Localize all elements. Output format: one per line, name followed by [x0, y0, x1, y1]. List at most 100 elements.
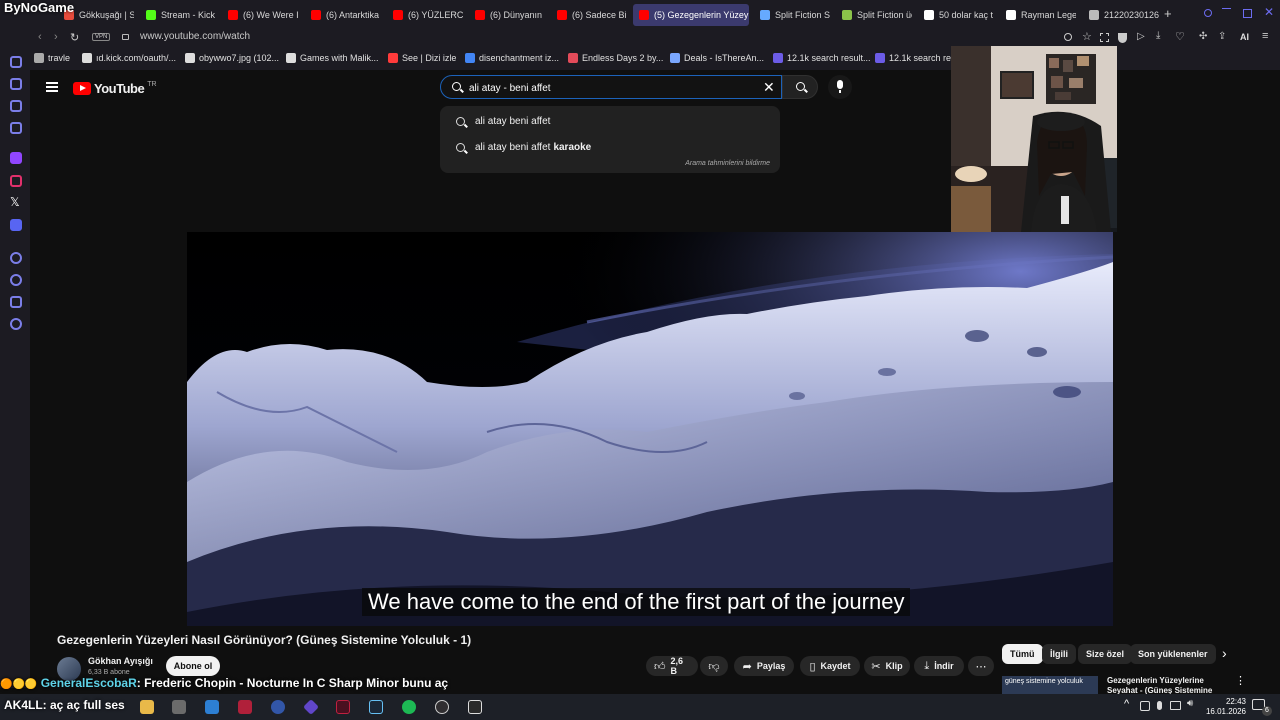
new-tab-button[interactable]: +: [1164, 6, 1172, 21]
download-button[interactable]: ⤓ İndir: [914, 656, 964, 676]
network-icon[interactable]: [1170, 701, 1181, 710]
ai-label[interactable]: AI: [1240, 32, 1249, 42]
instagram-icon[interactable]: [10, 175, 22, 187]
bookmark-item[interactable]: ıd.kick.com/oauth/...: [82, 53, 176, 63]
more-actions-button[interactable]: ⋯: [968, 656, 994, 676]
bookmark-item[interactable]: obywwo7.jpg (102...: [185, 53, 279, 63]
browser-tab[interactable]: Rayman Lege: [1000, 4, 1076, 26]
chevron-right-icon[interactable]: ›: [1222, 645, 1227, 661]
browser-tab[interactable]: Split Fiction St: [754, 4, 830, 26]
related-video-thumbnail[interactable]: güneş sistemine yolculuk: [1002, 676, 1098, 694]
back-icon[interactable]: ‹: [38, 31, 42, 43]
tray-chevron-icon[interactable]: ^: [1124, 698, 1129, 710]
reload-icon[interactable]: ↻: [70, 31, 79, 44]
dislike-button[interactable]: 👎︎: [700, 656, 728, 676]
browser-tab[interactable]: (6) Antarktika: [305, 4, 381, 26]
chip-all[interactable]: Tümü: [1002, 644, 1043, 664]
search-input[interactable]: [469, 80, 749, 96]
save-button[interactable]: ▯ Kaydet: [800, 656, 860, 676]
spotify-icon[interactable]: [402, 700, 416, 714]
bookmark-item[interactable]: disenchantment iz...: [465, 53, 559, 63]
video-player[interactable]: [187, 232, 1113, 626]
epic-games-icon[interactable]: [468, 700, 482, 714]
obs-icon[interactable]: [435, 700, 449, 714]
close-window-icon[interactable]: ✕: [1264, 5, 1274, 19]
chip-related[interactable]: İlgili: [1042, 644, 1076, 664]
minimize-window-icon[interactable]: [1222, 8, 1231, 9]
bookmark-item[interactable]: Games with Malik...: [286, 53, 379, 63]
opera-gx-icon[interactable]: [336, 700, 350, 714]
heart-icon[interactable]: ♡: [1175, 30, 1185, 43]
sidebar-extension-icon[interactable]: [10, 296, 22, 308]
screenshot-icon[interactable]: [1100, 33, 1109, 42]
zoom-icon[interactable]: [1064, 33, 1072, 41]
browser-tab[interactable]: (6) YÜZLERC: [387, 4, 463, 26]
suggestion-item[interactable]: ali atay beni affet: [440, 110, 780, 132]
youtube-logo[interactable]: YouTube TR: [73, 81, 157, 96]
clear-search-icon[interactable]: ✕: [763, 78, 775, 96]
bookmark-item[interactable]: Deals - IsThereAn...: [670, 53, 764, 63]
play-icon[interactable]: ▷: [1137, 31, 1145, 42]
browser-tab[interactable]: (6) Sadece Bi: [551, 4, 627, 26]
browser-search-icon[interactable]: [1204, 9, 1212, 17]
browser-tab[interactable]: (5) Gezegenlerin Yüzeyle: [633, 4, 749, 26]
search-button[interactable]: [782, 75, 818, 99]
x-icon[interactable]: 𝕏: [10, 195, 20, 209]
share-icon[interactable]: ⇪: [1218, 31, 1226, 42]
url-field[interactable]: www.youtube.com/watch: [140, 31, 250, 42]
bookmark-star-icon[interactable]: ☆: [1082, 30, 1092, 43]
report-predictions-link[interactable]: Arama tahminlerini bildirme: [685, 160, 770, 167]
sidebar-player-icon[interactable]: [10, 252, 22, 264]
file-explorer-icon[interactable]: [140, 700, 154, 714]
browser-tab[interactable]: (6) Dünyanın: [469, 4, 545, 26]
mail-icon[interactable]: [205, 700, 219, 714]
store-icon[interactable]: [172, 700, 186, 714]
related-video-title[interactable]: Gezegenlerin Yüzeylerine Seyahat - (Güne…: [1107, 676, 1227, 694]
bookmark-item[interactable]: travle: [34, 53, 70, 63]
download-icon[interactable]: ⤓: [1156, 30, 1160, 41]
share-button[interactable]: ➦ Paylaş: [734, 656, 794, 676]
shield-icon[interactable]: [1118, 33, 1127, 43]
like-button[interactable]: 👍︎ 2,6 B: [646, 656, 698, 676]
discord-icon[interactable]: [10, 219, 22, 231]
menu-icon[interactable]: ≡: [1262, 30, 1268, 42]
browser-tab[interactable]: 50 dolar kaç t: [918, 4, 994, 26]
app-icon[interactable]: [238, 700, 252, 714]
lock-icon[interactable]: [122, 34, 129, 40]
app-diamond-icon[interactable]: [303, 699, 319, 715]
bookmark-item[interactable]: 12.1k search result...: [773, 53, 871, 63]
browser-tab[interactable]: Stream - Kick: [140, 4, 216, 26]
bookmark-item[interactable]: See | Dizi izle: [388, 53, 456, 63]
sidebar-history-icon[interactable]: [10, 274, 22, 286]
browser-tab[interactable]: 21220230126: [1083, 4, 1159, 26]
system-clock[interactable]: 22:43 16.01.2026: [1206, 697, 1246, 717]
suggestion-item[interactable]: ali atay beni affet karaoke: [440, 136, 780, 158]
tray-app-icon[interactable]: [1140, 701, 1150, 711]
vpn-badge[interactable]: VPN: [92, 33, 111, 41]
volume-icon[interactable]: 🔊︎: [1187, 698, 1193, 709]
hamburger-menu-icon[interactable]: [46, 82, 58, 92]
voice-search-button[interactable]: [828, 75, 852, 99]
microphone-tray-icon[interactable]: [1157, 701, 1162, 710]
steam-icon[interactable]: [369, 700, 383, 714]
twitch-icon[interactable]: [10, 152, 22, 164]
sidebar-messages-icon[interactable]: [10, 78, 22, 90]
sidebar-mail-icon[interactable]: [10, 122, 22, 134]
subscribe-button[interactable]: Abone ol: [166, 656, 220, 676]
channel-name[interactable]: Gökhan Ayışığı: [88, 656, 153, 666]
browser-tab[interactable]: Split Fiction üc: [836, 4, 912, 26]
extensions-icon[interactable]: ✣: [1199, 31, 1207, 42]
chip-for-you[interactable]: Size özel: [1078, 644, 1133, 664]
bookmark-item[interactable]: Endless Days 2 by...: [568, 53, 663, 63]
bookmark-item[interactable]: 12.1k search res: [875, 53, 956, 63]
sidebar-settings-icon[interactable]: [10, 318, 22, 330]
forward-icon[interactable]: ›: [54, 31, 58, 43]
ea-icon[interactable]: [271, 700, 285, 714]
browser-tab[interactable]: (6) We Were I: [222, 4, 298, 26]
related-more-icon[interactable]: ⋮: [1235, 674, 1246, 687]
chip-recent-uploads[interactable]: Son yüklenenler: [1130, 644, 1216, 664]
restore-window-icon[interactable]: [1243, 9, 1252, 18]
sidebar-home-icon[interactable]: [10, 56, 22, 68]
clip-button[interactable]: ✂ Klip: [864, 656, 910, 676]
search-box[interactable]: ✕: [440, 75, 782, 99]
